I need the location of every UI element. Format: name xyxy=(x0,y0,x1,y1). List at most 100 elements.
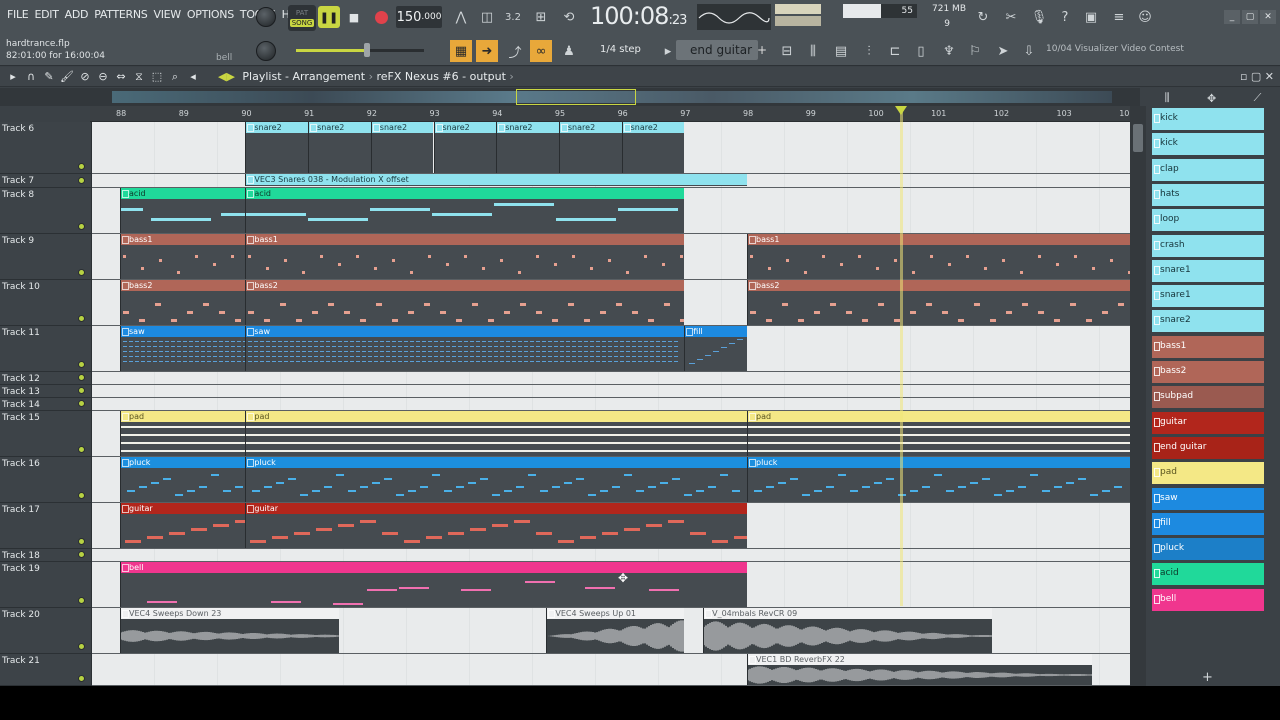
guitar-clip[interactable]: guitar xyxy=(245,503,747,548)
minimize-icon[interactable]: _ xyxy=(1224,10,1240,24)
master-volume-knob[interactable] xyxy=(256,7,276,27)
plugin-icon[interactable]: ♆ xyxy=(938,40,960,62)
bass2-clip[interactable]: bass2 xyxy=(245,280,685,325)
scrollbar-thumb[interactable] xyxy=(1133,124,1143,152)
track-mute-led[interactable] xyxy=(78,538,85,545)
step-edit-icon[interactable]: ⊞ xyxy=(530,6,552,28)
pattern-picker-icon[interactable]: ✥ xyxy=(1207,92,1216,105)
pattern-selector[interactable]: end guitar xyxy=(676,40,758,60)
bass2-clip[interactable]: bass2 xyxy=(747,280,1136,325)
track-lane[interactable] xyxy=(92,372,1130,385)
mute-icon[interactable]: ⊖ xyxy=(96,70,110,84)
bell-clip[interactable]: bell xyxy=(120,562,747,607)
track-lane[interactable]: bass1 bass1 bass1 xyxy=(92,234,1136,280)
slice-icon[interactable]: ⧖ xyxy=(132,70,146,84)
picker-item[interactable]: end guitar xyxy=(1152,436,1264,459)
snare2-clip[interactable]: snare2 xyxy=(308,122,371,173)
wait-for-input-icon[interactable]: ◫ xyxy=(476,6,498,28)
track-mute-led[interactable] xyxy=(78,361,85,368)
track-mute-led[interactable] xyxy=(78,223,85,230)
track-mute-led[interactable] xyxy=(78,400,85,407)
snare2-clip[interactable]: snare2 xyxy=(621,122,685,173)
menu-arrow-icon[interactable]: ▸ xyxy=(6,70,20,84)
picker-item[interactable]: acid xyxy=(1152,563,1264,586)
mixer-view-icon[interactable]: ⫶ xyxy=(858,40,880,62)
sweeps-down-clip[interactable]: VEC4 Sweeps Down 23 xyxy=(120,608,340,653)
master-pitch-knob[interactable] xyxy=(256,41,276,61)
track-mute-led[interactable] xyxy=(78,177,85,184)
track-lane[interactable]: bell xyxy=(92,562,1130,608)
track-header[interactable]: Track 9 xyxy=(0,234,92,280)
snare2-clip[interactable]: snare2 xyxy=(496,122,559,173)
record-button[interactable] xyxy=(370,6,392,28)
browser-icon[interactable]: ⊏ xyxy=(884,40,906,62)
track-header[interactable]: Track 14 xyxy=(0,398,92,411)
snare2-clip[interactable]: snare2 xyxy=(245,122,309,173)
track-mute-led[interactable] xyxy=(78,387,85,394)
track-lane[interactable]: snare2 snare2 snare2 snare2 snare2 snare2 snar… xyxy=(92,122,1130,174)
metronome-icon[interactable]: ⋀ xyxy=(450,6,472,28)
revcr-clip[interactable]: V_04mbals RevCR 09 xyxy=(703,608,992,653)
fill-clip[interactable]: fill xyxy=(684,326,747,371)
pad-clip[interactable]: pad xyxy=(120,411,246,456)
track-lane[interactable] xyxy=(92,385,1130,398)
track-header[interactable]: Track 15 xyxy=(0,411,92,457)
picker-item[interactable]: saw xyxy=(1152,487,1264,510)
add-clip-icon[interactable]: + xyxy=(1202,670,1213,685)
picker-item[interactable]: bass1 xyxy=(1152,335,1264,358)
add-pattern-button[interactable]: + xyxy=(756,40,768,60)
time-display[interactable]: 100:08:23 xyxy=(590,2,687,32)
track-lane[interactable]: pad pad pad xyxy=(92,411,1136,457)
draw-icon[interactable]: ✎ xyxy=(42,70,56,84)
snare2-clip[interactable]: snare2 xyxy=(370,122,434,173)
track-lane[interactable]: pluck pluck pluck xyxy=(92,457,1136,503)
picker-item[interactable]: snare2 xyxy=(1152,310,1264,333)
render-icon[interactable]: ➤ xyxy=(992,40,1014,62)
piano-roll-icon[interactable]: ▦ xyxy=(450,40,472,62)
menu-edit[interactable]: EDIT xyxy=(31,8,61,21)
picker-item[interactable]: bass2 xyxy=(1152,361,1264,383)
magnet-icon[interactable]: ∩ xyxy=(24,70,38,84)
menu-add[interactable]: ADD xyxy=(62,8,92,21)
cut-icon[interactable]: ✂ xyxy=(1000,6,1022,28)
save-icon[interactable]: ▣ xyxy=(1080,6,1102,28)
main-pitch-slider[interactable] xyxy=(296,43,424,57)
bend-icon[interactable]: ⤴ xyxy=(504,40,526,62)
track-lane[interactable]: VEC4 Sweeps Down 23 VEC4 Sweeps Up 01 V_04… xyxy=(92,608,1130,654)
snare2-clip[interactable]: snare2 xyxy=(433,122,497,173)
snap-selector[interactable]: 1/4 step xyxy=(600,41,658,59)
tempo-tapper-icon[interactable]: ⚐ xyxy=(964,40,986,62)
track-mute-led[interactable] xyxy=(78,163,85,170)
track-mute-led[interactable] xyxy=(78,374,85,381)
delete-icon[interactable]: ⊘ xyxy=(78,70,92,84)
track-lane[interactable]: guitar guitar xyxy=(92,503,1130,549)
track-mute-led[interactable] xyxy=(78,597,85,604)
playlist-breadcrumb[interactable]: reFX Nexus #6 - output xyxy=(377,70,506,83)
stamp-icon[interactable]: ♟ xyxy=(558,40,580,62)
automation-icon[interactable]: ⟋ xyxy=(1254,91,1262,105)
picker-item[interactable]: guitar xyxy=(1152,411,1264,434)
play-arrow-icon[interactable]: ▸ xyxy=(662,40,674,62)
acid-clip[interactable]: acid xyxy=(245,188,685,233)
file-icon[interactable]: ▯ xyxy=(910,40,932,62)
track-header[interactable]: Track 12 xyxy=(0,372,92,385)
track-header[interactable]: Track 10 xyxy=(0,280,92,326)
zoom-icon[interactable]: ⌕ xyxy=(168,70,182,84)
picker-item[interactable]: crash xyxy=(1152,234,1264,257)
stop-button[interactable]: ■ xyxy=(344,6,364,28)
channel-rack-icon[interactable]: ⫼ xyxy=(802,40,824,62)
pad-clip[interactable]: pad xyxy=(245,411,747,456)
arrow-icon[interactable]: ➜ xyxy=(476,40,498,62)
picker-item[interactable]: hats xyxy=(1152,183,1264,206)
microphone-icon[interactable]: 🎙︎ xyxy=(1028,6,1050,28)
vertical-scrollbar[interactable] xyxy=(1130,106,1146,686)
pluck-clip[interactable]: pluck xyxy=(245,457,747,502)
undo-icon[interactable]: ↻ xyxy=(972,6,994,28)
track-header[interactable]: Track 17 xyxy=(0,503,92,549)
slip-icon[interactable]: ⇔ xyxy=(114,70,128,84)
picker-item[interactable]: kick xyxy=(1152,133,1264,156)
playlist-icon[interactable]: ⊟ xyxy=(776,40,798,62)
download-icon[interactable]: ⇩ xyxy=(1018,40,1040,62)
track-header[interactable]: Track 13 xyxy=(0,385,92,398)
picker-item[interactable]: loop xyxy=(1152,209,1264,232)
